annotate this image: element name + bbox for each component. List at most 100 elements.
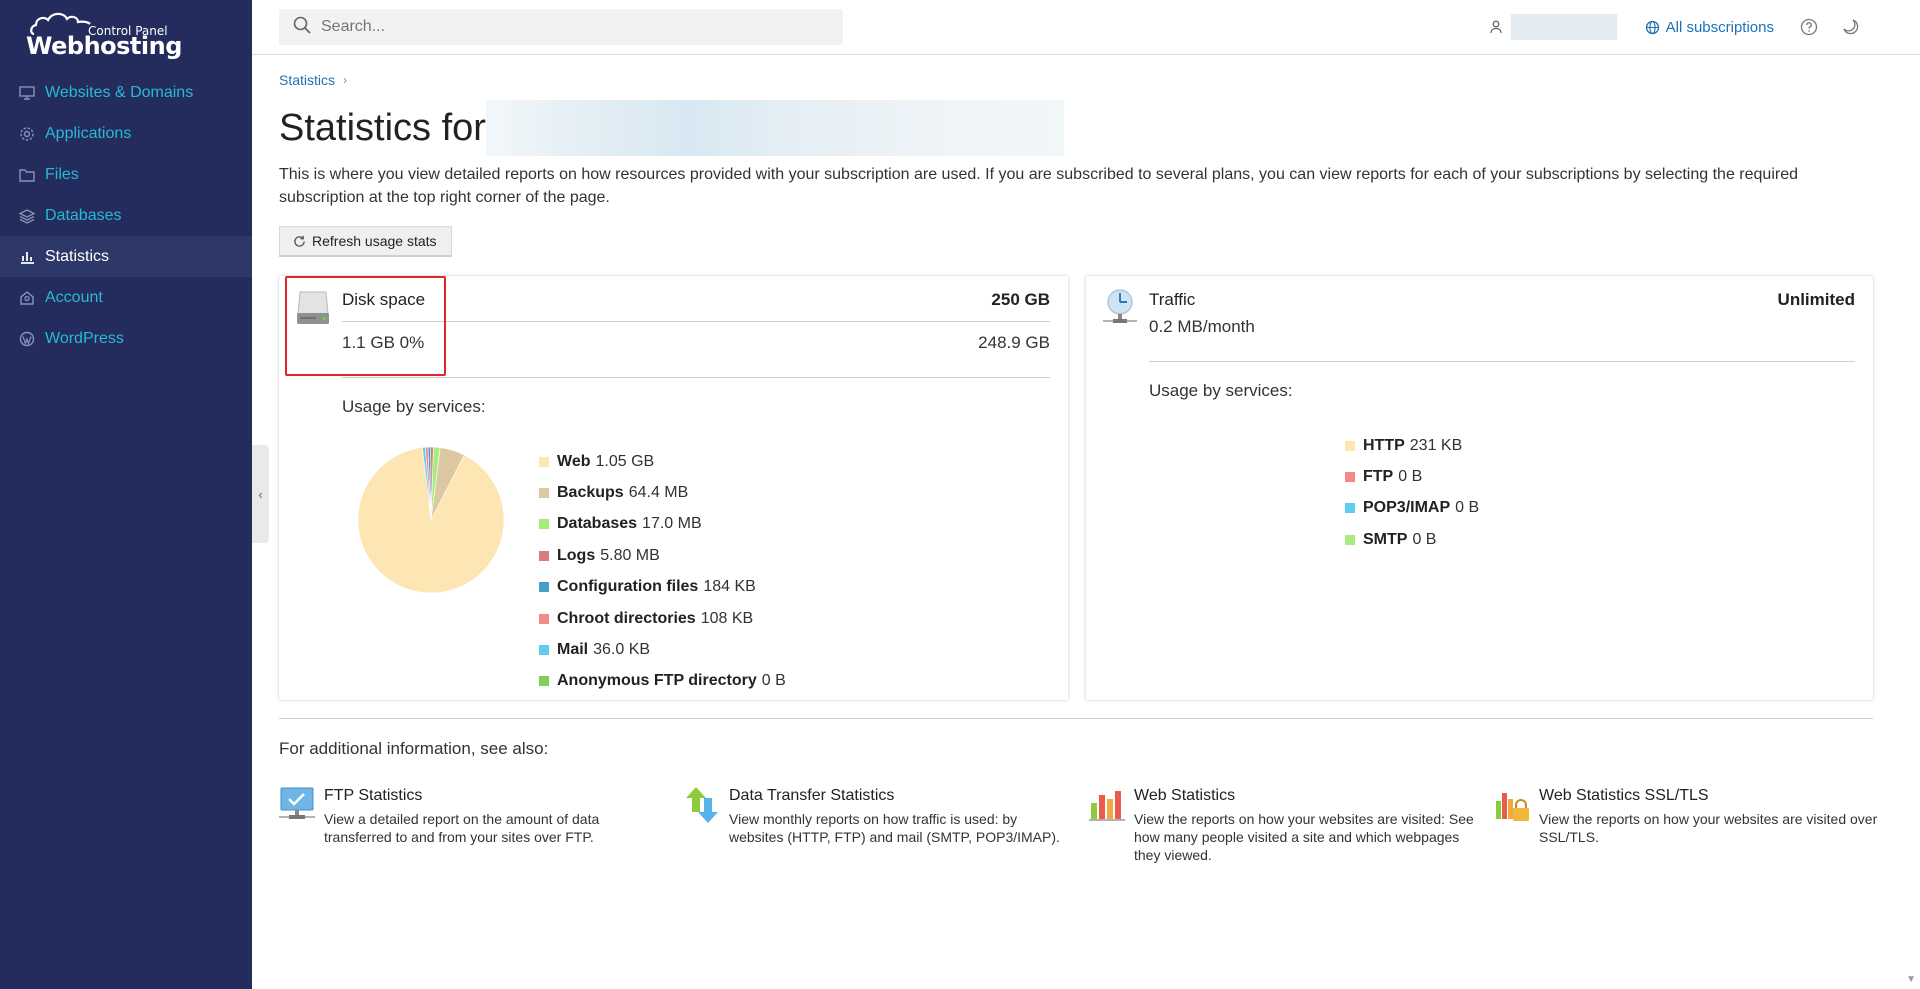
disk-divider (342, 321, 1050, 322)
traffic-card: Traffic Unlimited 0.2 MB/month Usage by … (1086, 276, 1873, 700)
legend-name: Configuration files (557, 578, 699, 596)
legend-name: Databases (557, 515, 638, 533)
legend-swatch (539, 488, 549, 499)
traffic-used: 0.2 MB/month (1149, 317, 1255, 336)
user-icon[interactable] (1489, 20, 1503, 34)
legend-item: Anonymous FTP directory 0 B (539, 666, 786, 697)
sidebar-item-databases[interactable]: Databases (0, 195, 252, 236)
legend-value: 0 B (1412, 530, 1437, 548)
search-icon (293, 16, 311, 39)
user-name-redacted[interactable] (1510, 14, 1617, 40)
refresh-icon (293, 235, 306, 248)
traffic-usage-legend: HTTP 231 KB FTP 0 B POP3/IMAP 0 B SMTP 0 B (1345, 430, 1479, 556)
globe-icon (1645, 20, 1659, 34)
page-title: Statistics for (279, 100, 1064, 156)
sidebar-item-files[interactable]: Files (0, 154, 252, 195)
legend-swatch (539, 456, 549, 467)
topbar-actions: All subscriptions (1489, 14, 1860, 40)
sidebar-nav: Websites & Domains Applications Files Da… (0, 72, 252, 359)
ftp-statistics-title[interactable]: FTP Statistics (324, 787, 422, 805)
intro-text: This is where you view detailed reports … (279, 166, 1798, 206)
legend-item: HTTP 231 KB (1345, 430, 1479, 461)
legend-value: 17.0 MB (642, 515, 702, 533)
subscription-name-redacted (485, 100, 1064, 156)
sidebar-collapse-button[interactable]: ‹ (252, 445, 269, 543)
legend-name: POP3/IMAP (1363, 499, 1451, 517)
legend-value: 1.05 GB (595, 452, 655, 470)
chevron-left-icon: ‹ (258, 486, 263, 502)
highlight-box (285, 276, 446, 376)
search-box[interactable] (279, 9, 843, 45)
legend-item: POP3/IMAP 0 B (1345, 493, 1479, 524)
webhosting-logo[interactable]: Control Panel Webhosting (26, 10, 182, 62)
legend-value: 108 KB (700, 609, 754, 627)
traffic-title: Traffic (1149, 290, 1196, 309)
sidebar-item-statistics[interactable]: Statistics (0, 236, 252, 277)
legend-item: Logs 5.80 MB (539, 540, 786, 571)
dark-mode-icon[interactable] (1842, 18, 1860, 36)
disk-space-free: 248.9 GB (978, 333, 1050, 352)
legend-item: SMTP 0 B (1345, 524, 1479, 555)
data-transfer-statistics-desc: View monthly reports on how traffic is u… (729, 811, 1060, 845)
disk-section-divider (342, 377, 1050, 378)
account-icon (18, 289, 36, 307)
scroll-down-arrow-icon[interactable]: ▼ (1906, 974, 1916, 985)
legend-name: Logs (557, 546, 596, 564)
legend-name: Backups (557, 484, 624, 502)
help-icon[interactable] (1800, 18, 1818, 36)
sidebar-item-wordpress[interactable]: WordPress (0, 318, 252, 359)
disk-usage-pie-chart (357, 446, 505, 594)
data-transfer-icon (684, 785, 720, 825)
see-also-label: For additional information, see also: (279, 739, 549, 758)
disk-usage-legend: Web 1.05 GB Backups 64.4 MB Databases 17.0 MB… (539, 446, 786, 697)
all-subscriptions-label: All subscriptions (1665, 18, 1774, 36)
refresh-label: Refresh usage stats (312, 233, 437, 249)
legend-value: 0 B (1398, 468, 1423, 486)
monitor-icon (18, 84, 36, 102)
sidebar-item-label: WordPress (45, 329, 124, 347)
web-statistics-title[interactable]: Web Statistics (1134, 787, 1235, 805)
legend-swatch (539, 613, 549, 624)
sidebar-item-label: Applications (45, 124, 132, 142)
data-transfer-statistics-title[interactable]: Data Transfer Statistics (729, 787, 894, 805)
traffic-section-divider (1149, 361, 1855, 362)
traffic-limit: Unlimited (1777, 290, 1855, 309)
search-input[interactable] (321, 18, 821, 36)
legend-value: 231 KB (1409, 436, 1463, 454)
logo-title: Webhosting (26, 32, 182, 60)
legend-item: Databases 17.0 MB (539, 509, 786, 540)
folder-icon (18, 166, 36, 184)
legend-value: 0 B (1455, 499, 1480, 517)
bar-chart-icon (18, 248, 36, 266)
section-divider (279, 718, 1873, 719)
legend-swatch (1345, 472, 1355, 483)
legend-name: Anonymous FTP directory (557, 672, 757, 690)
web-statistics-ssl-desc: View the reports on how your websites ar… (1539, 811, 1878, 845)
legend-value: 36.0 KB (593, 641, 651, 659)
legend-swatch (539, 519, 549, 530)
breadcrumb-statistics-link[interactable]: Statistics (279, 72, 335, 88)
sidebar-item-websites-domains[interactable]: Websites & Domains (0, 72, 252, 113)
refresh-usage-stats-button[interactable]: Refresh usage stats (279, 226, 452, 257)
all-subscriptions-link[interactable]: All subscriptions (1645, 19, 1774, 36)
gear-icon (18, 125, 36, 143)
legend-name: SMTP (1363, 530, 1408, 548)
legend-swatch (539, 582, 549, 593)
scrollbar[interactable]: ▼ (1902, 55, 1920, 989)
traffic-gauge-icon (1102, 288, 1138, 326)
sidebar-item-account[interactable]: Account (0, 277, 252, 318)
disk-space-card: Disk space 250 GB 1.1 GB 0% 248.9 GB Usa… (279, 276, 1068, 700)
ftp-stats-icon (279, 785, 315, 825)
legend-value: 0 B (761, 672, 786, 690)
sidebar-item-applications[interactable]: Applications (0, 113, 252, 154)
legend-item: Chroot directories 108 KB (539, 603, 786, 634)
legend-swatch (539, 645, 549, 656)
legend-swatch (1345, 534, 1355, 545)
topbar: All subscriptions (252, 0, 1920, 55)
legend-item: Web 1.05 GB (539, 446, 786, 477)
sidebar-item-label: Files (45, 165, 79, 183)
sidebar-item-label: Databases (45, 206, 122, 224)
web-statistics-ssl-title[interactable]: Web Statistics SSL/TLS (1539, 787, 1709, 805)
legend-swatch (1345, 503, 1355, 514)
legend-item: Mail 36.0 KB (539, 634, 786, 665)
